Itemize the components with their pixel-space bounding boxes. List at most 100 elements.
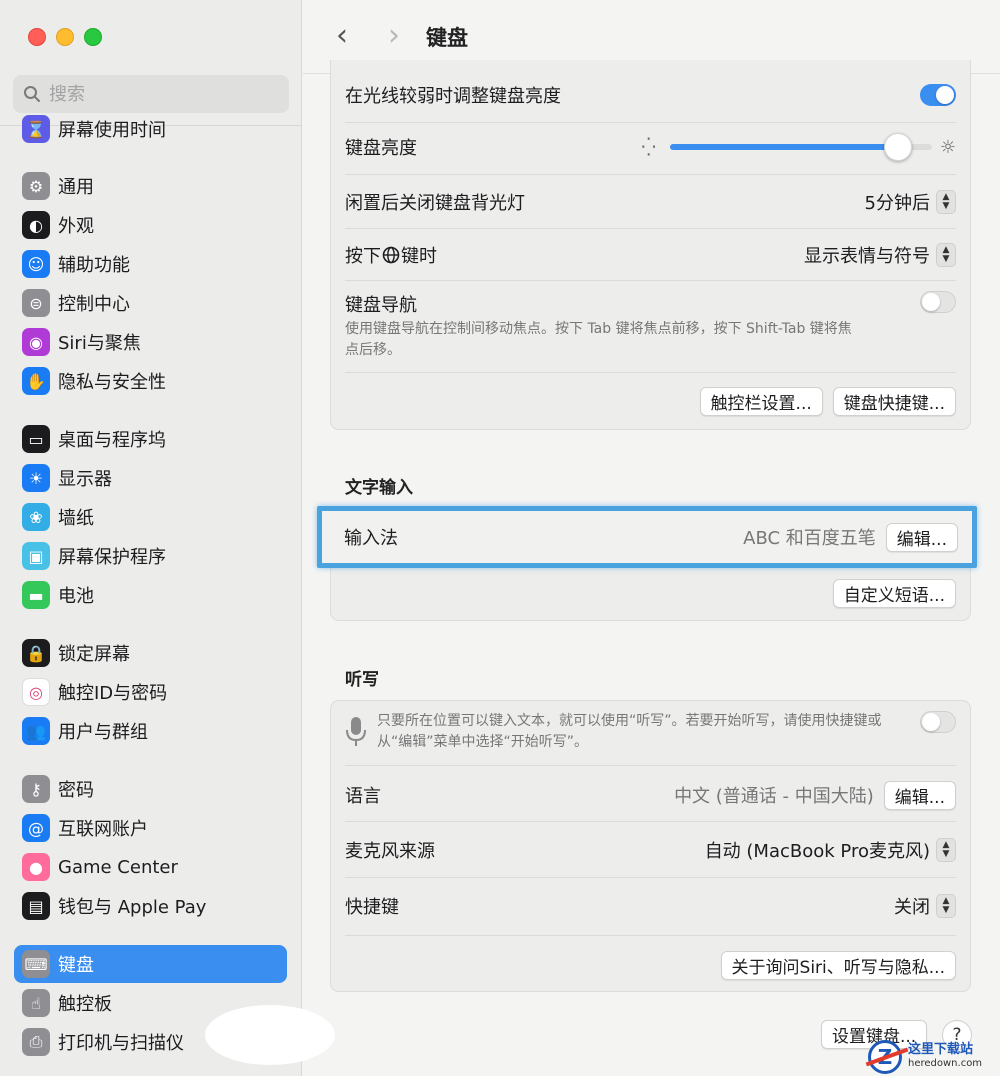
search-input[interactable]: [49, 83, 269, 105]
sidebar-item-wallet[interactable]: ▤ 钱包与 Apple Pay: [14, 887, 287, 925]
adjust-brightness-toggle[interactable]: [920, 84, 956, 106]
shortcut-value[interactable]: 关闭: [894, 893, 930, 919]
sidebar-item-label: Game Center: [58, 856, 178, 878]
press-globe-row: 按下 键时 显示表情与符号 ▲ ▼: [345, 240, 956, 270]
smudge-overlay: [205, 1005, 335, 1065]
sidebar: ⌛ 屏幕使用时间 ⚙ 通用 ◐ 外观 ☺ 辅助功能 ⊜ 控制中心 ◉ Siri与聚焦 ✋ 隐私与安全性 ▭ 桌…: [0, 0, 302, 1076]
search-icon: [24, 86, 40, 102]
shortcut-stepper[interactable]: ▲ ▼: [936, 894, 956, 918]
close-window-button[interactable]: [28, 28, 46, 46]
sidebar-item-label: 桌面与程序坞: [58, 430, 166, 451]
sidebar-item-label: 显示器: [58, 469, 112, 490]
sidebar-item-keyboard[interactable]: ⌨ 键盘: [14, 945, 287, 983]
sidebar-item-label: 外观: [58, 216, 94, 237]
sidebar-item-label: 控制中心: [58, 294, 130, 315]
touchbar-settings-button[interactable]: 触控栏设置...: [699, 386, 823, 416]
sidebar-item-key[interactable]: ⚷ 密码: [14, 770, 287, 808]
text-input-section-title: 文字输入: [345, 478, 413, 498]
sidebar-item-control-center[interactable]: ⊜ 控制中心: [14, 284, 287, 322]
mic-source-label: 麦克风来源: [345, 841, 435, 862]
sidebar-item-hand[interactable]: ✋ 隐私与安全性: [14, 362, 287, 400]
microphone-icon: [346, 717, 366, 746]
sidebar-item-label: 键盘: [58, 955, 94, 976]
lock-icon: 🔒: [22, 639, 50, 667]
sidebar-item-label: 电池: [58, 586, 94, 607]
sidebar-item-battery[interactable]: ▬ 电池: [14, 576, 287, 614]
backlight-off-row: 闲置后关闭键盘背光灯 5分钟后 ▲ ▼: [345, 187, 956, 217]
siri-icon: ◉: [22, 328, 50, 356]
sidebar-item-label: 锁定屏幕: [58, 644, 130, 665]
sidebar-item-game-center[interactable]: ● Game Center: [14, 848, 287, 886]
sidebar-item-label: 隐私与安全性: [58, 372, 166, 393]
flower-icon: ❀: [22, 503, 50, 531]
dim-brightness-icon: ⁛: [641, 136, 656, 158]
hand-icon: ✋: [22, 367, 50, 395]
users-icon: 👥: [22, 717, 50, 745]
brightness-slider-knob[interactable]: [883, 133, 912, 161]
sidebar-item-screensaver[interactable]: ▣ 屏幕保护程序: [14, 537, 287, 575]
input-method-edit-button[interactable]: 编辑...: [885, 522, 958, 552]
about-siri-privacy-button[interactable]: 关于询问Siri、听写与隐私...: [720, 950, 956, 980]
battery-icon: ▬: [22, 581, 50, 609]
sidebar-item-appearance[interactable]: ◐ 外观: [14, 206, 287, 244]
gear-icon: ⚙: [22, 172, 50, 200]
keyboard-shortcuts-button[interactable]: 键盘快捷键...: [832, 386, 956, 416]
language-row: 语言 中文 (普通话 - 中国大陆) 编辑...: [345, 780, 956, 810]
keyboard-nav-label: 键盘导航: [345, 295, 417, 316]
sidebar-item-label: 通用: [58, 177, 94, 198]
fingerprint-icon: ◎: [22, 678, 50, 706]
sidebar-item-label: 用户与群组: [58, 722, 148, 743]
watermark-logo: Z: [868, 1040, 902, 1074]
mic-source-value[interactable]: 自动 (MacBook Pro麦克风): [705, 837, 930, 863]
sidebar-item-label: Siri与聚焦: [58, 333, 141, 354]
forward-button[interactable]: ›: [379, 21, 409, 52]
sidebar-item-hourglass[interactable]: ⌛ 屏幕使用时间: [14, 110, 287, 148]
page-title: 键盘: [426, 26, 468, 50]
language-edit-button[interactable]: 编辑...: [883, 780, 956, 810]
keyboard-icon: ⌨: [22, 950, 50, 978]
bright-brightness-icon: ☼: [939, 136, 956, 158]
press-globe-value[interactable]: 显示表情与符号: [804, 242, 930, 268]
dictation-toggle[interactable]: [920, 711, 956, 733]
sidebar-item-sun[interactable]: ☀ 显示器: [14, 459, 287, 497]
search-field[interactable]: [13, 75, 289, 113]
sidebar-item-fingerprint[interactable]: ◎ 触控ID与密码: [14, 673, 287, 711]
site-watermark: Z 这里下载站 heredown.com: [868, 1038, 998, 1076]
sidebar-item-lock[interactable]: 🔒 锁定屏幕: [14, 634, 287, 672]
trackpad-icon: ☝: [22, 989, 50, 1017]
custom-phrases-button[interactable]: 自定义短语...: [832, 578, 956, 608]
brightness-slider[interactable]: [669, 133, 932, 161]
press-globe-stepper[interactable]: ▲ ▼: [936, 243, 956, 267]
mic-source-stepper[interactable]: ▲ ▼: [936, 838, 956, 862]
watermark-url: heredown.com: [908, 1058, 983, 1069]
sidebar-item-siri[interactable]: ◉ Siri与聚焦: [14, 323, 287, 361]
sidebar-item-label: 密码: [58, 780, 94, 801]
zoom-window-button[interactable]: [84, 28, 102, 46]
minimize-window-button[interactable]: [56, 28, 74, 46]
hourglass-icon: ⌛: [22, 115, 50, 143]
shortcut-label: 快捷键: [345, 897, 399, 918]
sidebar-item-dock[interactable]: ▭ 桌面与程序坞: [14, 420, 287, 458]
appearance-icon: ◐: [22, 211, 50, 239]
printer-icon: ⎙: [22, 1028, 50, 1056]
sidebar-item-label: 墙纸: [58, 508, 94, 529]
sidebar-item-label: 辅助功能: [58, 255, 130, 276]
language-value: 中文 (普通话 - 中国大陆): [674, 786, 874, 807]
keyboard-nav-toggle[interactable]: [920, 291, 956, 313]
about-privacy-row: 关于询问Siri、听写与隐私...: [345, 950, 956, 980]
adjust-brightness-label: 在光线较弱时调整键盘亮度: [345, 86, 561, 107]
sidebar-item-users[interactable]: 👥 用户与群组: [14, 712, 287, 750]
back-button[interactable]: ‹: [327, 21, 357, 52]
sidebar-item-label: 屏幕使用时间: [58, 120, 166, 141]
sidebar-item-gear[interactable]: ⚙ 通用: [14, 167, 287, 205]
backlight-off-value[interactable]: 5分钟后: [865, 189, 930, 215]
input-method-value: ABC 和百度五笔: [743, 528, 876, 549]
backlight-off-stepper[interactable]: ▲ ▼: [936, 190, 956, 214]
mic-source-row: 麦克风来源 自动 (MacBook Pro麦克风) ▲ ▼: [345, 835, 956, 865]
window-controls: [28, 28, 102, 46]
adjust-brightness-row: 在光线较弱时调整键盘亮度: [345, 80, 956, 110]
sidebar-item-accessibility[interactable]: ☺ 辅助功能: [14, 245, 287, 283]
sidebar-item-flower[interactable]: ❀ 墙纸: [14, 498, 287, 536]
sidebar-item-at[interactable]: @ 互联网账户: [14, 809, 287, 847]
shortcut-row: 快捷键 关闭 ▲ ▼: [345, 891, 956, 921]
